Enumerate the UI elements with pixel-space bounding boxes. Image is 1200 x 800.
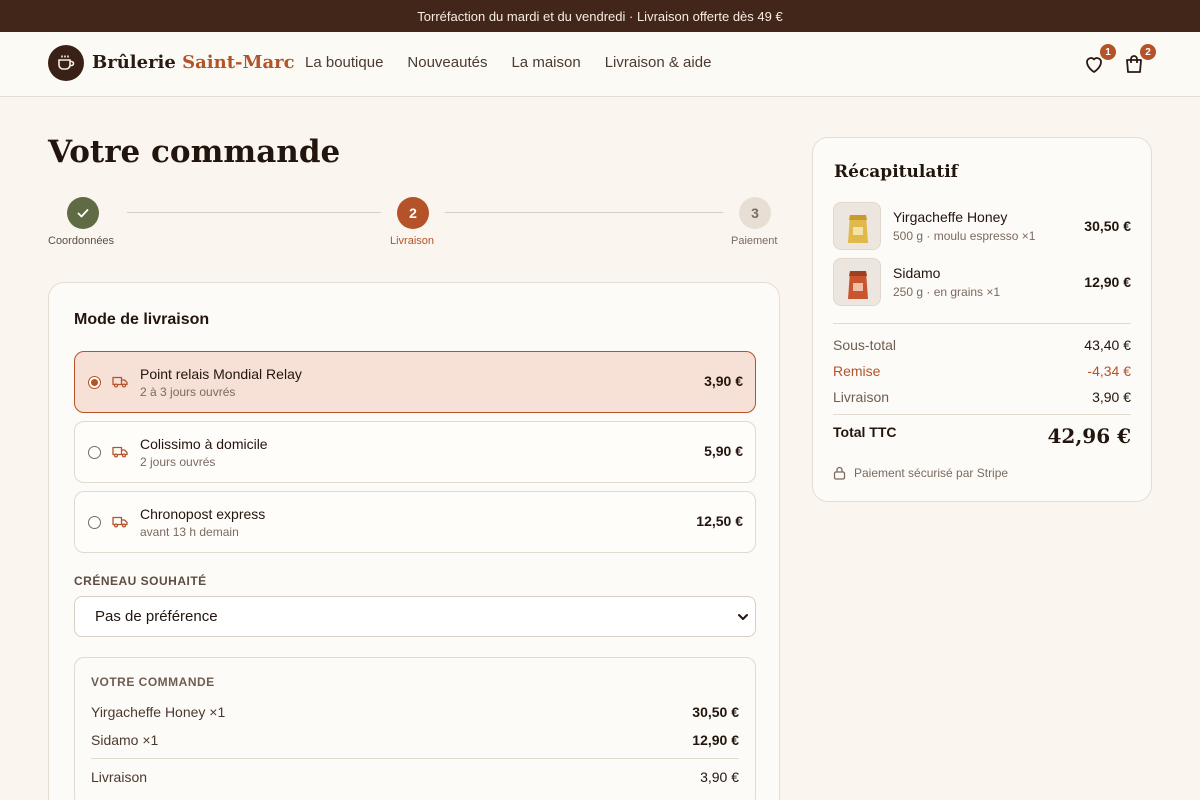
order-line: Yirgacheffe Honey ×1 30,50 € [91,704,739,720]
truck-icon [112,446,128,458]
step-number: 3 [751,205,759,221]
summary-item-details: 250 g · en grains ×1 [893,285,1001,299]
lock-icon [833,466,846,480]
option-price: 12,50 € [696,513,743,529]
nav-livraison-aide[interactable]: Livraison & aide [605,54,712,71]
order-line-label: Yirgacheffe Honey ×1 [91,704,226,720]
cart-count-badge: 2 [1140,44,1156,60]
coffee-cup-logo-icon[interactable] [48,45,84,81]
total-label: Total TTC [833,424,897,440]
cart-button[interactable]: 2 [1122,44,1156,76]
step-label-livraison: Livraison [390,235,435,247]
main-nav: La boutique Nouveautés La maison Livrais… [305,54,711,71]
divider [833,323,1131,324]
option-name: Point relais Mondial Relay [140,366,302,382]
nav-nouveautes[interactable]: Nouveautés [407,54,487,71]
product-thumbnail-yirgacheffe [833,202,881,250]
wishlist-button[interactable]: 1 [1082,44,1116,76]
subtotal-row: Sous-total 43,40 € [833,337,1131,353]
secure-payment-note: Paiement sécurisé par Stripe [833,466,1008,480]
delivery-option-chronopost[interactable]: Chronopost express avant 13 h demain 12,… [74,491,756,553]
brand-name[interactable]: Brûlerie Saint-Marc [92,52,295,73]
step-label-paiement: Paiement [731,235,778,247]
order-shipping-value: 3,90 € [700,769,739,785]
summary-item-name: Yirgacheffe Honey [893,209,1008,225]
option-delay: avant 13 h demain [140,525,239,539]
radio-selected[interactable] [88,376,101,389]
product-thumbnail-sidamo [833,258,881,306]
radio-unselected[interactable] [88,516,101,529]
discount-value: -4,34 € [1087,363,1131,379]
checkmark-icon [77,209,89,218]
order-box-title: VOTRE COMMANDE [91,675,215,689]
step-paiement: 3 [739,197,771,229]
truck-icon [112,516,128,528]
delivery-title: Mode de livraison [74,311,210,328]
brand-accent: Saint-Marc [182,52,295,73]
subtotal-label: Sous-total [833,337,897,353]
truck-icon [112,376,128,388]
shipping-value: 3,90 € [1092,389,1131,405]
step-livraison-active: 2 [397,197,429,229]
order-line-value: 30,50 € [692,704,739,720]
summary-item-details: 500 g · moulu espresso ×1 [893,229,1036,243]
subtotal-value: 43,40 € [1084,337,1131,353]
slot-selected-value: Pas de préférence [95,608,218,625]
step-connector [445,212,723,213]
site-header: Brûlerie Saint-Marc La boutique Nouveaut… [0,32,1200,97]
option-price: 3,90 € [704,373,743,389]
option-name: Colissimo à domicile [140,436,268,452]
delivery-option-mondial-relay[interactable]: Point relais Mondial Relay 2 à 3 jours o… [74,351,756,413]
page-title: Votre commande [48,134,341,170]
order-shipping-label: Livraison [91,769,148,785]
shipping-row: Livraison 3,90 € [833,389,1131,405]
order-box: VOTRE COMMANDE Yirgacheffe Honey ×1 30,5… [74,657,756,800]
delivery-option-colissimo[interactable]: Colissimo à domicile 2 jours ouvrés 5,90… [74,421,756,483]
option-delay: 2 jours ouvrés [140,455,216,469]
summary-title: Récapitulatif [834,162,958,182]
option-delay: 2 à 3 jours ouvrés [140,385,236,399]
order-line-value: 12,90 € [692,732,739,748]
summary-item-name: Sidamo [893,265,941,281]
divider [91,758,739,759]
total-value: 42,96 € [1047,424,1131,448]
option-price: 5,90 € [704,443,743,459]
summary-item-price: 12,90 € [1084,274,1131,290]
step-number: 2 [409,205,417,221]
step-connector [127,212,381,213]
radio-unselected[interactable] [88,446,101,459]
promo-bar: Torréfaction du mardi et du vendredi · L… [0,0,1200,32]
slot-select[interactable]: Pas de préférence [74,596,756,637]
secure-payment-text: Paiement sécurisé par Stripe [854,466,1009,480]
shipping-label: Livraison [833,389,890,405]
brand-main: Brûlerie [92,52,176,73]
discount-label: Remise [833,363,881,379]
nav-maison[interactable]: La maison [511,54,580,71]
option-name: Chronopost express [140,506,266,522]
step-label-coordonnees: Coordonnées [48,235,115,247]
order-shipping-line: Livraison 3,90 € [91,769,739,785]
nav-boutique[interactable]: La boutique [305,54,383,71]
delivery-card: Mode de livraison Point relais Mondial R… [48,282,780,800]
promo-text: Torréfaction du mardi et du vendredi · L… [417,8,783,24]
discount-row: Remise -4,34 € [833,363,1131,379]
slot-label: CRÉNEAU SOUHAITÉ [74,574,207,588]
divider [833,414,1131,415]
wishlist-count-badge: 1 [1100,44,1116,60]
chevron-down-icon [738,614,748,620]
summary-card: Récapitulatif Yirgacheffe Honey 500 g · … [812,137,1152,502]
step-coordonnees-done[interactable] [67,197,99,229]
order-line: Sidamo ×1 12,90 € [91,732,739,748]
summary-item-price: 30,50 € [1084,218,1131,234]
order-line-label: Sidamo ×1 [91,732,159,748]
